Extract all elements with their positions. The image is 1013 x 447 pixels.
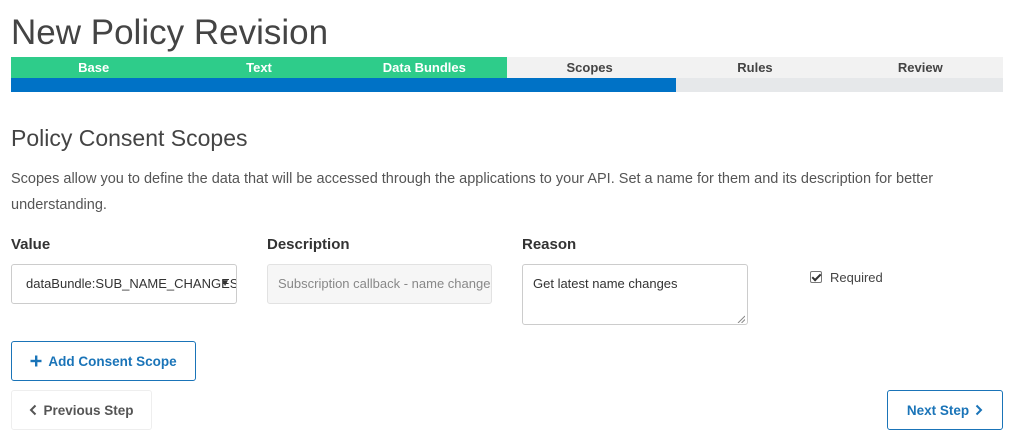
- description-label: Description: [267, 236, 350, 253]
- value-label: Value: [11, 236, 51, 253]
- chevron-left-icon: [29, 404, 37, 416]
- previous-step-button[interactable]: Previous Step: [11, 390, 152, 430]
- step-scopes[interactable]: Scopes: [506, 57, 673, 78]
- section-description: Scopes allow you to define the data that…: [11, 171, 934, 213]
- step-data-bundles[interactable]: Data Bundles: [341, 57, 507, 78]
- add-consent-scope-button[interactable]: Add Consent Scope: [11, 341, 196, 381]
- next-step-label: Next Step: [906, 402, 970, 418]
- plus-icon: [30, 355, 42, 367]
- page-title: New Policy Revision: [11, 13, 329, 52]
- add-consent-scope-label: Add Consent Scope: [48, 353, 177, 369]
- policy-revision-page: New Policy Revision Base Text Data Bundl…: [0, 0, 1013, 447]
- resize-grip-icon[interactable]: [737, 315, 745, 323]
- value-select-text: dataBundle:SUB_NAME_CHANGES: [26, 276, 237, 291]
- step-rules[interactable]: Rules: [672, 57, 838, 78]
- wizard-progress-bar: [11, 78, 1003, 92]
- reason-text: Get latest name changes: [533, 276, 678, 291]
- description-input[interactable]: Subscription callback - name changes: [267, 264, 492, 304]
- caret-down-icon: ▼: [220, 278, 230, 289]
- previous-step-label: Previous Step: [43, 402, 134, 418]
- chevron-right-icon: [975, 404, 983, 416]
- step-base[interactable]: Base: [11, 57, 177, 78]
- step-review[interactable]: Review: [837, 57, 1003, 78]
- reason-textarea[interactable]: Get latest name changes: [522, 264, 748, 325]
- wizard-steps: Base Text Data Bundles Scopes Rules Revi…: [11, 57, 1003, 78]
- section-title: Policy Consent Scopes: [11, 125, 248, 151]
- step-text[interactable]: Text: [176, 57, 342, 78]
- next-step-button[interactable]: Next Step: [887, 390, 1003, 430]
- required-field[interactable]: Required: [810, 268, 883, 286]
- required-checkbox[interactable]: [810, 271, 822, 283]
- required-label: Required: [830, 269, 883, 285]
- value-select[interactable]: dataBundle:SUB_NAME_CHANGES ▼: [11, 264, 237, 304]
- reason-label: Reason: [522, 236, 577, 253]
- wizard-progress-fill: [11, 78, 676, 92]
